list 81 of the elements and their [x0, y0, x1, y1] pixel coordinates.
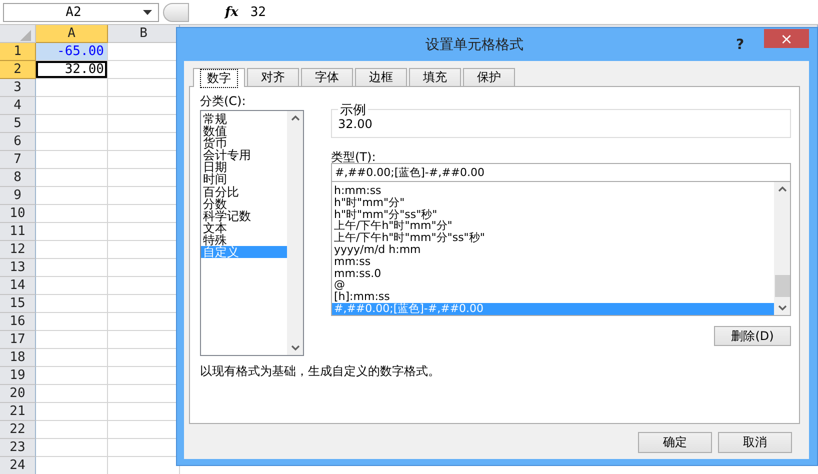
- list-item[interactable]: 时间: [201, 173, 287, 186]
- row-header[interactable]: 4: [0, 97, 36, 115]
- list-item[interactable]: mm:ss: [332, 256, 774, 268]
- list-item[interactable]: @: [332, 279, 774, 292]
- row-header[interactable]: 18: [0, 349, 36, 367]
- scrollbar-thumb[interactable]: [774, 275, 790, 297]
- tab[interactable]: 保护: [463, 68, 515, 86]
- row-header[interactable]: 7: [0, 151, 36, 169]
- group-label: 示例: [338, 101, 368, 119]
- input-field[interactable]: #,##0.00;[蓝色]-#,##0.00: [331, 163, 791, 182]
- row-header[interactable]: 3: [0, 79, 36, 97]
- list-item[interactable]: 数值: [201, 125, 287, 138]
- row-header[interactable]: 11: [0, 223, 36, 241]
- window-title: 设置单元格格式: [424, 36, 524, 54]
- row-header[interactable]: 14: [0, 277, 36, 295]
- row-header[interactable]: 9: [0, 187, 36, 205]
- column-header[interactable]: B: [108, 25, 180, 43]
- row-header[interactable]: 16: [0, 313, 36, 331]
- tab[interactable]: 对齐: [247, 68, 299, 86]
- list-item[interactable]: 日期: [201, 161, 287, 174]
- close-button[interactable]: ×: [764, 29, 809, 48]
- column-header[interactable]: A: [36, 25, 108, 43]
- list-item[interactable]: 文本: [201, 222, 287, 234]
- caret-icon[interactable]: [143, 10, 152, 14]
- list-item[interactable]: mm:ss.0: [332, 268, 774, 280]
- table-cell: 32.00: [36, 61, 107, 78]
- list-item[interactable]: h"时"mm"分": [332, 196, 774, 209]
- row-header[interactable]: 24: [0, 457, 36, 474]
- tab[interactable]: 数字: [193, 68, 245, 87]
- row-header[interactable]: 15: [0, 295, 36, 313]
- row-header[interactable]: 19: [0, 367, 36, 385]
- name-box[interactable]: A2: [3, 2, 159, 22]
- list-item[interactable]: 百分比: [201, 186, 287, 198]
- list-item[interactable]: h:mm:ss: [332, 185, 774, 197]
- list-item[interactable]: 特殊: [201, 234, 287, 246]
- list-item[interactable]: 上午/下午h"时"mm"分": [332, 220, 774, 232]
- row-header[interactable]: 17: [0, 331, 36, 349]
- dialog-button[interactable]: 确定: [638, 432, 712, 453]
- row-header[interactable]: 2: [0, 61, 36, 79]
- row-header[interactable]: 6: [0, 133, 36, 151]
- dialog-button[interactable]: 取消: [718, 432, 792, 453]
- row-header[interactable]: 13: [0, 259, 36, 277]
- sample-value: 32.00: [338, 116, 372, 130]
- formula-field[interactable]: 32: [250, 4, 266, 20]
- list-item[interactable]: [h]:mm:ss: [332, 291, 774, 303]
- list-item[interactable]: 常规: [201, 113, 287, 126]
- scrollbar[interactable]: [287, 111, 303, 355]
- list-item[interactable]: 会计专用: [201, 149, 287, 162]
- insert-function-button[interactable]: fx: [223, 4, 240, 20]
- help-button[interactable]: ?: [732, 36, 748, 52]
- tab[interactable]: 边框: [355, 68, 407, 86]
- scroll-down-icon[interactable]: [778, 305, 786, 311]
- scroll-up-icon[interactable]: [778, 186, 786, 192]
- list-item[interactable]: h"时"mm"分"ss"秒": [332, 208, 774, 220]
- list-item[interactable]: 科学记数: [201, 210, 287, 222]
- scroll-up-icon[interactable]: [290, 115, 300, 121]
- list-item[interactable]: 货币: [201, 137, 287, 150]
- type-label: 类型(T):: [331, 149, 377, 163]
- row-header[interactable]: 21: [0, 403, 36, 421]
- row-header[interactable]: 22: [0, 421, 36, 439]
- category-label: 分类(C):: [200, 93, 247, 110]
- list-item[interactable]: 分数: [201, 198, 287, 210]
- description-text: 以现有格式为基础，生成自定义的数字格式。: [200, 363, 441, 380]
- row-header[interactable]: 20: [0, 385, 36, 403]
- row-header[interactable]: 12: [0, 241, 36, 259]
- category-list[interactable]: 常规 数值 货币 会计专用 日期 时间 百分比 分数 科学记数 文本 特殊 自定义: [200, 110, 304, 356]
- scrollbar[interactable]: [774, 182, 790, 315]
- list-item[interactable]: 上午/下午h"时"mm"分"ss"秒": [332, 232, 774, 244]
- scroll-down-icon[interactable]: [290, 345, 300, 351]
- tab[interactable]: 填充: [409, 68, 461, 86]
- delete-button[interactable]: 删除(D): [714, 326, 791, 346]
- row-header[interactable]: 23: [0, 439, 36, 457]
- row-header[interactable]: 8: [0, 169, 36, 187]
- row-header[interactable]: 1: [0, 43, 36, 61]
- table-cell: -65.00: [36, 43, 107, 60]
- type-list[interactable]: h:mm:ss h"时"mm"分" h"时"mm"分"ss"秒" 上午/下午h"时"mm"分" 上午/下午h"时"mm"分"ss"秒" yyyy/m/d h:mm mm:ss mm:ss.0 @ [h]:mm:ss #,##0.00;[蓝色]-#,##0.00: [331, 182, 791, 316]
- row-header[interactable]: 10: [0, 205, 36, 223]
- list-item[interactable]: yyyy/m/d h:mm: [332, 244, 774, 256]
- tab[interactable]: 字体: [301, 68, 353, 86]
- splitter-handle[interactable]: [163, 2, 189, 22]
- row-header[interactable]: 5: [0, 115, 36, 133]
